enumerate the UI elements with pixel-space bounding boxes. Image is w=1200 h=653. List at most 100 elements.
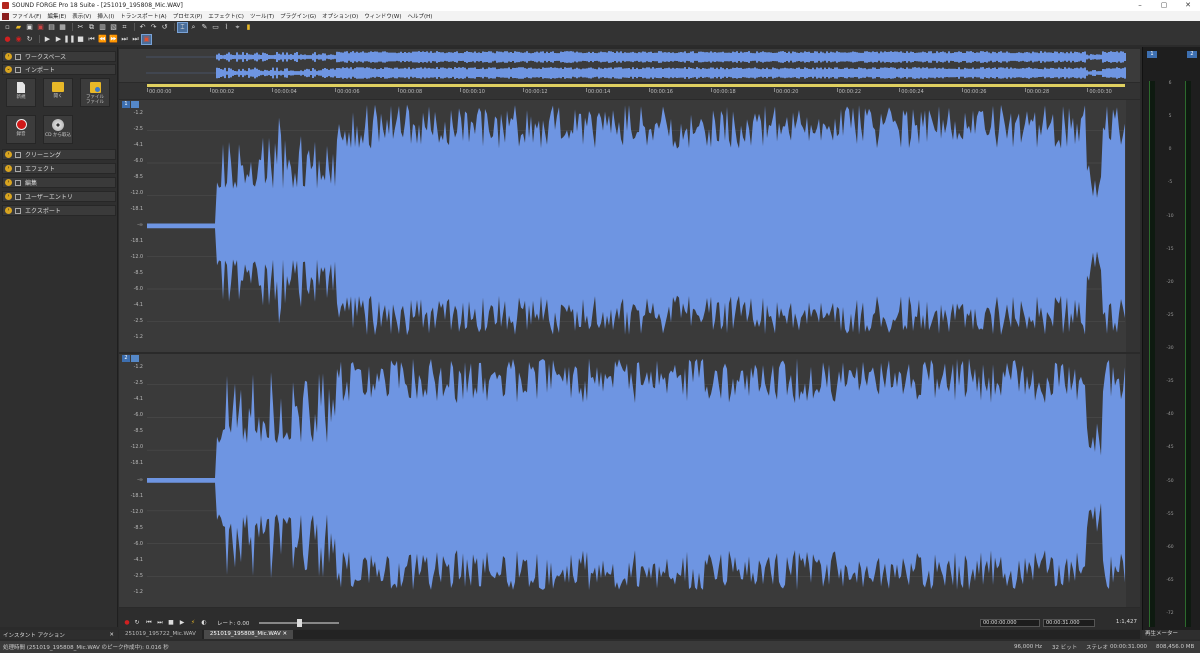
close-button[interactable]: ✕ [1176,0,1200,11]
menu-tools[interactable]: ツール(T) [250,12,280,20]
tab-document[interactable]: 251019_195722_Mic.WAV [119,630,202,639]
loop-icon[interactable]: ↻ [25,35,34,44]
file-browse-tile[interactable]: ファイル ファイル [80,78,110,107]
punch-icon[interactable]: ▣ [141,33,152,45]
db-label: -18.1 [130,493,143,499]
channel-menu-icon[interactable] [131,101,139,108]
menu-process[interactable]: プロセス(P) [173,12,209,20]
next-marker-icon[interactable]: ⏭ [131,35,140,44]
section-cleaning[interactable]: › クリーニング [2,149,116,160]
undo-icon[interactable]: ↶ [138,23,147,32]
new-file-tile[interactable]: 新規 [6,78,36,107]
ruler-tick-label: 00:00:30 [1089,89,1112,95]
rewind-icon[interactable]: ⏪ [98,35,107,44]
menu-help[interactable]: ヘルプ(H) [408,12,439,20]
redo-icon[interactable]: ↷ [149,23,158,32]
edit-tool-icon[interactable]: ⌶ [177,21,188,33]
open-folder-icon[interactable]: ▰ [14,23,23,32]
new-file-icon[interactable]: ▫ [3,23,12,32]
vertical-scrollbar[interactable] [1126,354,1140,607]
record-icon[interactable]: ● [3,35,12,44]
trim-icon[interactable]: ⌗ [120,23,129,32]
menu-insert[interactable]: 挿入(I) [97,12,120,20]
menu-transport[interactable]: トランスポート(A) [120,12,172,20]
channel-2[interactable]: 2 -1.2 -2.5 -4.1 -6.0 -8.5 -12.0 -18.1 -∞ -18.1 -… [119,354,1140,607]
go-start-icon[interactable]: ⏮ [145,619,153,627]
channel-menu-icon[interactable] [131,355,139,362]
menu-effects[interactable]: エフェクト(C) [208,12,250,20]
section-workspace[interactable]: › ワークスペース [2,51,116,62]
rate-slider[interactable] [259,619,339,627]
cut-icon[interactable]: ✂ [76,23,85,32]
time-ruler[interactable]: 00:00:00 00:00:02 00:00:04 00:00:06 00:00:08… [119,83,1140,99]
tab-document-active[interactable]: 251019_195808_Mic.WAV ✕ [203,630,294,639]
paste-icon[interactable]: ▥ [98,23,107,32]
envelope-tool-icon[interactable]: ⌇ [222,23,231,32]
mix-icon[interactable]: ▧ [109,23,118,32]
go-end-icon[interactable]: ⏭ [156,619,164,627]
maximize-button[interactable]: ▢ [1152,0,1176,11]
properties-icon[interactable]: ▦ [58,23,67,32]
scrub-icon[interactable]: ⚡ [189,619,197,627]
chevron-icon: › [5,193,12,200]
ruler-tick [460,88,462,92]
ruler-tick [585,88,587,92]
db-label: -2.5 [133,319,143,324]
close-icon[interactable]: ✕ [109,632,114,638]
section-effects[interactable]: › エフェクト [2,163,116,174]
vertical-scrollbar[interactable] [1126,100,1140,352]
menu-window[interactable]: ウィンドウ(W) [364,12,407,20]
magnify-tool-icon[interactable]: ⌕ [189,23,198,32]
section-export[interactable]: › エクスポート [2,205,116,216]
speed-icon[interactable]: ◐ [200,619,208,627]
record-pause-icon[interactable]: ◉ [14,35,23,44]
ruler-tick [272,88,274,92]
menu-edit[interactable]: 編集(E) [47,12,72,20]
open-tile[interactable]: 開く [43,78,73,107]
section-user-entry[interactable]: › ユーザーエントリ [2,191,116,202]
play-icon[interactable]: ▶ [178,619,186,627]
playback-meter-tab[interactable]: 再生メーター [1142,630,1200,639]
instant-actions-tab[interactable]: インスタント アクション ✕ [0,630,118,639]
stop-icon[interactable]: ■ [76,35,85,44]
record-icon[interactable]: ● [123,619,131,627]
play-all-icon[interactable]: ▶ [43,35,52,44]
meter-scale-label: -40 [1166,412,1174,418]
snap-icon[interactable]: ⌖ [233,23,242,32]
loop-icon[interactable]: ↻ [133,619,141,627]
cd-rip-tile[interactable]: CD から取込 [43,115,73,144]
go-start-icon[interactable]: ⏮ [87,35,96,44]
record-tile[interactable]: 録音 [6,115,36,144]
menu-options[interactable]: オプション(O) [322,12,364,20]
repeat-icon[interactable]: ↺ [160,23,169,32]
go-end-icon[interactable]: ⏭ [120,35,129,44]
slider-thumb[interactable] [297,619,302,627]
selection-start-field[interactable]: 00:00:00.000 [980,619,1040,627]
forward-icon[interactable]: ⏩ [109,35,118,44]
section-edit[interactable]: › 編集 [2,177,116,188]
pencil-tool-icon[interactable]: ✎ [200,23,209,32]
event-tool-icon[interactable]: ▭ [211,23,220,32]
waveform-channel-2[interactable] [147,354,1125,607]
db-label: -18.1 [130,239,143,244]
render-icon[interactable]: ▤ [47,23,56,32]
channel-1[interactable]: 1 -1.2 -2.5 -4.1 -6.0 -8.5 -12.0 -18.1 -∞ -18.1 -… [119,100,1140,352]
pause-icon[interactable]: ❚❚ [64,35,76,44]
db-label: -8.5 [133,271,143,276]
waveform-channel-1[interactable] [147,100,1125,352]
copy-icon[interactable]: ⧉ [87,23,96,32]
menu-plugins[interactable]: プラグイン(G) [280,12,322,20]
section-import[interactable]: ⌄ インポート [2,64,116,75]
ruler-tick-label: 00:00:20 [775,89,799,95]
stop-icon[interactable]: ■ [167,619,175,627]
selection-end-field[interactable]: 00:00:31.000 [1043,619,1095,627]
minimize-button[interactable]: – [1128,0,1152,11]
save-icon[interactable]: ▣ [25,23,34,32]
save-all-icon[interactable]: ▣ [36,23,45,32]
play-icon[interactable]: ▶ [54,35,63,44]
overview-bar[interactable] [119,49,1140,82]
menu-file[interactable]: ファイル(F) [12,12,47,20]
lock-icon[interactable]: ▮ [244,23,253,32]
db-label: -8.5 [133,525,143,531]
menu-view[interactable]: 表示(V) [72,12,97,20]
